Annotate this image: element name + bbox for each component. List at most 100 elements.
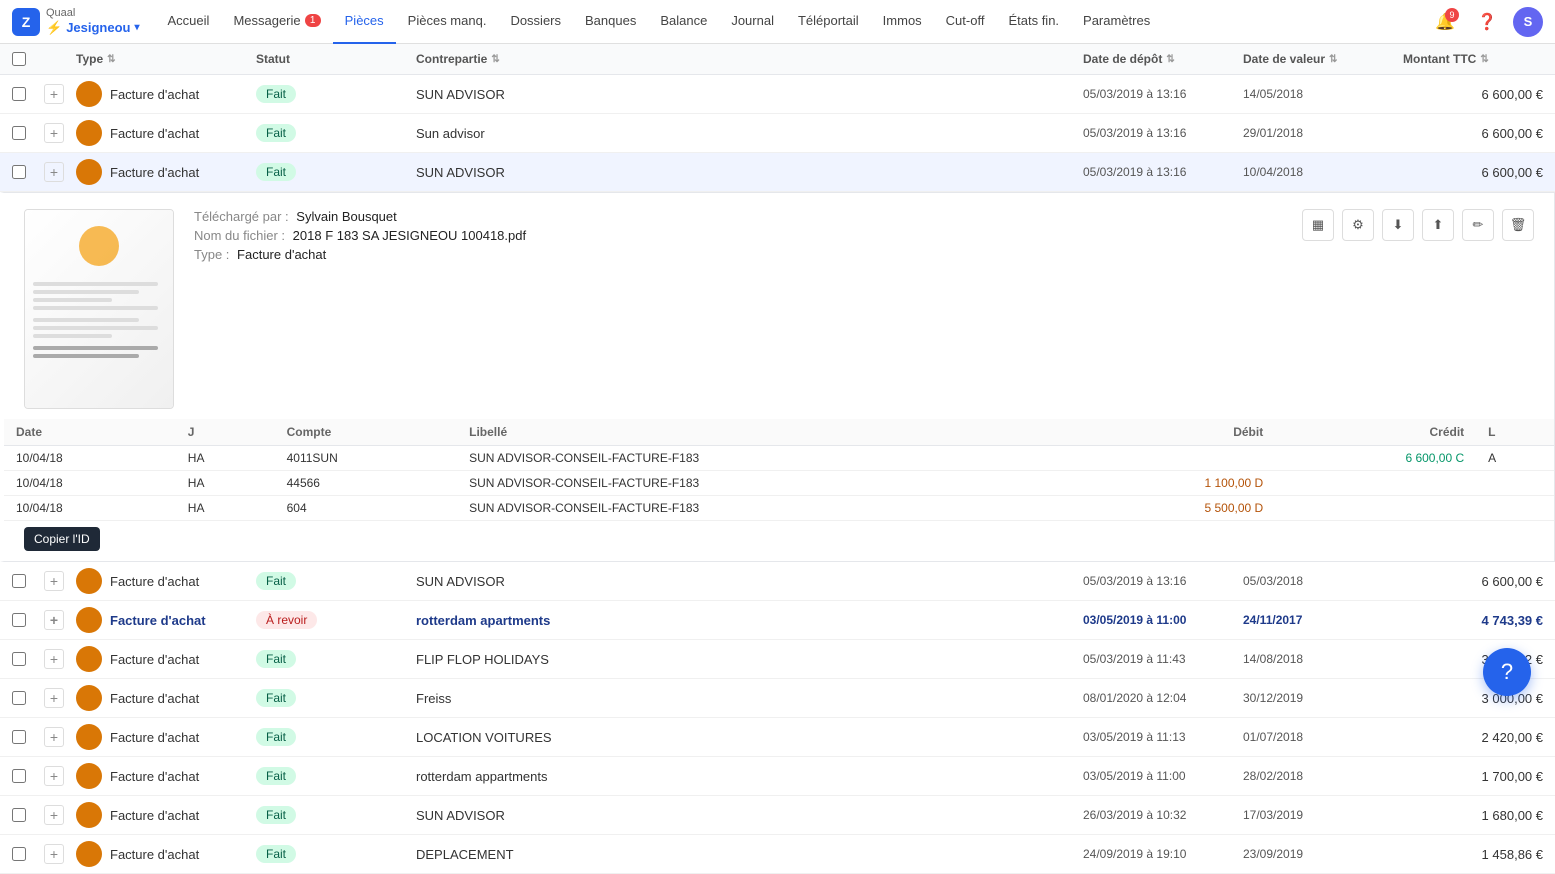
delete-button[interactable]: 🗑 [1502, 209, 1534, 241]
uploader-label: Téléchargé par : [194, 209, 289, 224]
montant-cell: 2 420,00 € [1403, 730, 1543, 745]
status-cell: Fait [256, 689, 416, 707]
row-checkbox[interactable] [12, 613, 26, 627]
nav-item-parametres[interactable]: Paramètres [1071, 0, 1162, 44]
status-badge: Fait [256, 650, 296, 668]
detail-info-area: Téléchargé par : Sylvain Bousquet Nom du… [194, 209, 1282, 266]
date-depot-cell: 03/05/2019 à 11:00 [1083, 613, 1243, 627]
add-row-button[interactable]: + [44, 162, 64, 182]
sub-table-header: Date J Compte Libellé Débit Crédit L [4, 419, 1554, 446]
row-avatar [76, 646, 102, 672]
sub-table-row[interactable]: 10/04/18 HA 44566 SUN ADVISOR-CONSEIL-FA… [4, 471, 1554, 496]
libelle-col-header: Libellé [457, 419, 1074, 446]
row-checkbox[interactable] [12, 808, 26, 822]
notifications-button[interactable]: 🔔 9 [1429, 6, 1461, 38]
sub-j: HA [176, 446, 275, 471]
contrepartie-cell: FLIP FLOP HOLIDAYS [416, 652, 1083, 667]
nav-item-etats-fin[interactable]: États fin. [996, 0, 1071, 44]
nav-item-pieces[interactable]: Pièces [333, 0, 396, 44]
date-valeur-cell: 10/04/2018 [1243, 165, 1403, 179]
add-row-button[interactable]: + [44, 844, 64, 864]
table-row[interactable]: + Facture d'achat Fait DEPLACEMENT 24/09… [0, 835, 1555, 874]
table-row[interactable]: + Facture d'achat Fait LOCATION VOITURES… [0, 718, 1555, 757]
sub-date: 10/04/18 [4, 496, 176, 521]
add-row-button[interactable]: + [44, 571, 64, 591]
nav-item-dossiers[interactable]: Dossiers [498, 0, 573, 44]
sub-table-row[interactable]: 10/04/18 HA 604 SUN ADVISOR-CONSEIL-FACT… [4, 496, 1554, 521]
help-fab-button[interactable]: ? [1483, 648, 1531, 696]
brand-logo: Z [12, 8, 40, 36]
document-thumbnail[interactable] [24, 209, 174, 409]
add-row-button[interactable]: + [44, 727, 64, 747]
table-row[interactable]: + Facture d'achat Fait Freiss 08/01/2020… [0, 679, 1555, 718]
montant-col-header[interactable]: Montant TTC ⇅ [1403, 52, 1543, 66]
row-checkbox[interactable] [12, 652, 26, 666]
status-badge: Fait [256, 572, 296, 590]
nav-item-cutoff[interactable]: Cut-off [934, 0, 997, 44]
add-row-button[interactable]: + [44, 805, 64, 825]
add-row-button[interactable]: + [44, 123, 64, 143]
row-checkbox[interactable] [12, 691, 26, 705]
row-checkbox[interactable] [12, 769, 26, 783]
row-checkbox[interactable] [12, 165, 26, 179]
copy-id-tooltip[interactable]: Copier l'ID [24, 527, 100, 551]
grid-view-button[interactable]: ▦ [1302, 209, 1334, 241]
add-row-button[interactable]: + [44, 766, 64, 786]
row-type: Facture d'achat [110, 87, 199, 102]
row-checkbox[interactable] [12, 574, 26, 588]
row-checkbox[interactable] [12, 847, 26, 861]
nav-right-actions: 🔔 9 ❓ S [1429, 6, 1543, 38]
add-row-button[interactable]: + [44, 610, 64, 630]
add-row-button[interactable]: + [44, 688, 64, 708]
bolt-icon: ⚡ [46, 20, 62, 36]
nav-item-pieces-manq[interactable]: Pièces manq. [396, 0, 499, 44]
add-row-button[interactable]: + [44, 649, 64, 669]
download-button[interactable]: ⬇ [1382, 209, 1414, 241]
table-row-expanded[interactable]: + Facture d'achat Fait SUN ADVISOR 05/03… [0, 153, 1555, 192]
montant-cell: 1 458,86 € [1403, 847, 1543, 862]
contrepartie-cell: LOCATION VOITURES [416, 730, 1083, 745]
nav-item-journal[interactable]: Journal [719, 0, 786, 44]
thumb-logo [79, 226, 119, 266]
table-row[interactable]: + Facture d'achat Fait rotterdam appartm… [0, 757, 1555, 796]
user-company[interactable]: ⚡ Jesigneou ▾ [46, 20, 140, 36]
statut-col-header[interactable]: Statut [256, 52, 416, 66]
brand-area: Z Quaal ⚡ Jesigneou ▾ [12, 7, 140, 36]
thumb-line [33, 318, 139, 322]
status-cell: Fait [256, 728, 416, 746]
nav-item-immos[interactable]: Immos [871, 0, 934, 44]
status-badge: Fait [256, 728, 296, 746]
table-row[interactable]: + Facture d'achat Fait SUN ADVISOR 05/03… [0, 562, 1555, 601]
upload-button[interactable]: ⬆ [1422, 209, 1454, 241]
table-row[interactable]: + Facture d'achat Fait SUN ADVISOR 05/03… [0, 75, 1555, 114]
nav-item-accueil[interactable]: Accueil [156, 0, 222, 44]
date-valeur-col-header[interactable]: Date de valeur ⇅ [1243, 52, 1403, 66]
row-checkbox[interactable] [12, 126, 26, 140]
type-col-header[interactable]: Type ⇅ [76, 52, 256, 66]
row-type: Facture d'achat [110, 769, 199, 784]
table-row-highlight[interactable]: + Facture d'achat À revoir rotterdam apa… [0, 601, 1555, 640]
table-row[interactable]: + Facture d'achat Fait FLIP FLOP HOLIDAY… [0, 640, 1555, 679]
row-checkbox[interactable] [12, 87, 26, 101]
sub-table-row[interactable]: 10/04/18 HA 4011SUN SUN ADVISOR-CONSEIL-… [4, 446, 1554, 471]
montant-cell: 6 600,00 € [1403, 574, 1543, 589]
edit-button[interactable]: ✏ [1462, 209, 1494, 241]
type-cell: Facture d'achat [76, 763, 256, 789]
select-all-checkbox[interactable] [12, 52, 26, 66]
nav-item-banques[interactable]: Banques [573, 0, 648, 44]
add-row-button[interactable]: + [44, 84, 64, 104]
help-button[interactable]: ❓ [1471, 6, 1503, 38]
table-row[interactable]: + Facture d'achat Fait Sun advisor 05/03… [0, 114, 1555, 153]
montant-cell: 6 600,00 € [1403, 87, 1543, 102]
chevron-down-icon: ▾ [134, 22, 139, 34]
contrepartie-col-header[interactable]: Contrepartie ⇅ [416, 52, 1083, 66]
settings-button[interactable]: ⚙ [1342, 209, 1374, 241]
date-depot-col-header[interactable]: Date de dépôt ⇅ [1083, 52, 1243, 66]
sort-icon-montant: ⇅ [1480, 54, 1488, 65]
row-checkbox[interactable] [12, 730, 26, 744]
nav-item-balance[interactable]: Balance [648, 0, 719, 44]
user-avatar[interactable]: S [1513, 7, 1543, 37]
nav-item-messagerie[interactable]: Messagerie 1 [221, 0, 332, 44]
table-row[interactable]: + Facture d'achat Fait SUN ADVISOR 26/03… [0, 796, 1555, 835]
nav-item-teleportail[interactable]: Téléportail [786, 0, 871, 44]
